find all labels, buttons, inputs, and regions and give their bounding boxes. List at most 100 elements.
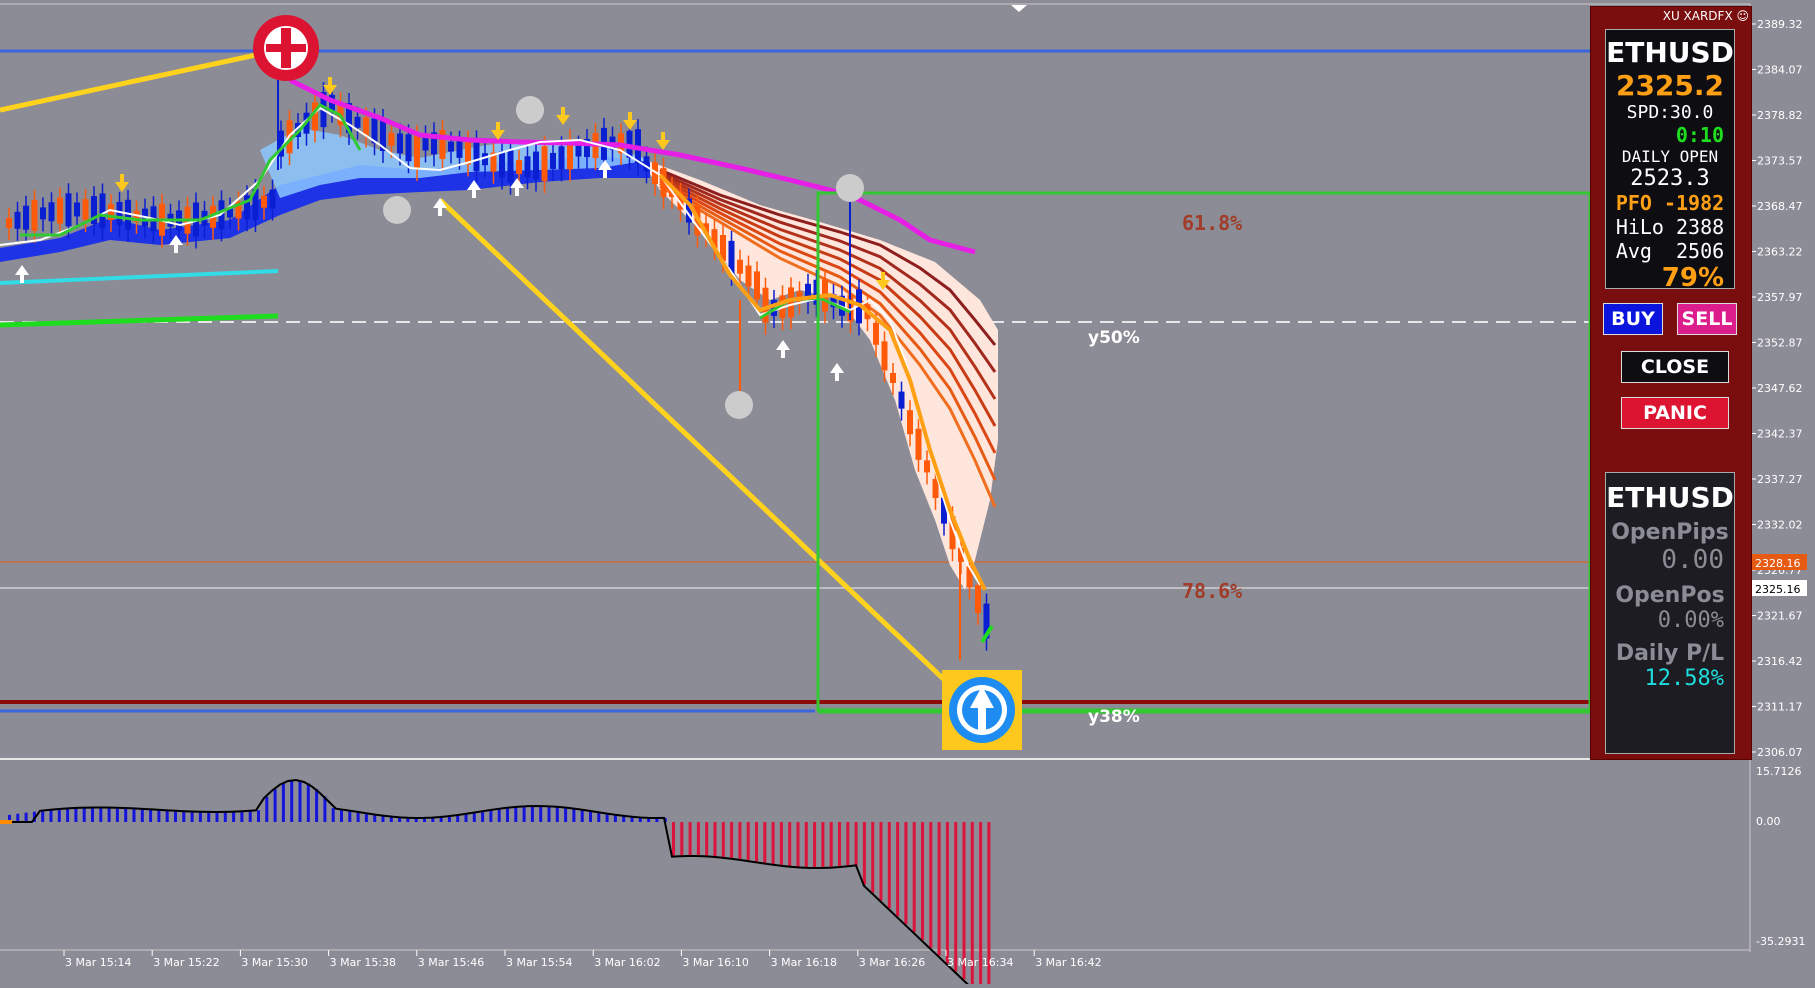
osc-bar[interactable] [149,809,153,822]
osc-bar[interactable] [74,808,78,822]
osc-bar[interactable] [207,811,211,822]
osc-bar[interactable] [481,811,485,822]
candle-body[interactable] [533,151,539,180]
candle-body[interactable] [575,145,582,157]
osc-bar[interactable] [530,806,534,822]
candle-body[interactable] [754,271,760,300]
osc-bar[interactable] [115,807,119,822]
candle-body[interactable] [6,218,12,229]
osc-bar[interactable] [779,822,783,866]
osc-bar[interactable] [497,808,501,822]
candle-body[interactable] [737,259,743,274]
osc-bar[interactable] [555,806,559,822]
candle-body[interactable] [924,460,930,473]
osc-bar[interactable] [265,796,269,822]
osc-bar[interactable] [315,788,319,822]
osc-bar[interactable] [107,807,111,822]
osc-bar[interactable] [140,808,144,822]
candle-body[interactable] [354,116,361,128]
osc-bar[interactable] [871,822,875,893]
osc-bar[interactable] [57,809,61,822]
candle-body[interactable] [507,149,514,183]
osc-bar[interactable] [82,807,86,822]
osc-bar[interactable] [887,822,891,909]
candle-body[interactable] [363,117,369,136]
osc-bar[interactable] [215,811,219,822]
candle-body[interactable] [898,391,905,409]
osc-bar[interactable] [348,810,352,822]
candle-body[interactable] [116,201,123,225]
grey-dot[interactable] [725,391,753,419]
candle-body[interactable] [388,132,395,146]
osc-bar[interactable] [813,822,817,868]
candle-body[interactable] [48,202,55,222]
osc-bar[interactable] [589,810,592,822]
candle-body[interactable] [516,159,522,174]
osc-bar[interactable] [306,783,310,822]
osc-bar[interactable] [680,822,684,857]
osc-bar[interactable] [688,822,692,857]
osc-bar[interactable] [696,822,700,857]
osc-bar[interactable] [132,808,136,822]
candle-body[interactable] [541,146,548,182]
osc-bar[interactable] [24,812,28,822]
candle-body[interactable] [269,189,276,209]
candle-body[interactable] [890,373,896,383]
osc-bar[interactable] [929,822,933,948]
osc-bar[interactable] [174,810,177,822]
osc-bar[interactable] [896,822,900,917]
osc-bar[interactable] [298,780,302,822]
grey-dot[interactable] [516,96,544,124]
osc-bar[interactable] [281,783,285,822]
candle-body[interactable] [643,156,650,172]
osc-bar[interactable] [41,810,45,822]
candle-body[interactable] [907,410,913,435]
price-axis[interactable]: 2389.32 2384.07 2378.82 2373.57 2368.47 2363.… [1750,18,1803,759]
candle-body[interactable] [405,134,412,162]
osc-bar[interactable] [771,822,775,865]
candle-body[interactable] [558,146,565,170]
osc-bar[interactable] [804,822,808,868]
osc-bar[interactable] [223,811,227,822]
grey-dot[interactable] [836,174,864,202]
osc-bar[interactable] [597,812,601,822]
osc-bar[interactable] [16,813,20,822]
candle-body[interactable] [915,428,922,460]
osc-bar[interactable] [232,811,236,822]
osc-bar[interactable] [273,789,277,822]
grey-dot[interactable] [383,196,411,224]
osc-bar[interactable] [738,822,742,860]
candle-body[interactable] [31,199,38,231]
osc-bar[interactable] [821,822,825,868]
osc-bar[interactable] [954,822,958,972]
osc-bar[interactable] [157,809,161,822]
osc-bar[interactable] [838,822,841,868]
osc-bar[interactable] [705,822,709,857]
close-button[interactable]: CLOSE [1621,351,1729,383]
osc-bar[interactable] [165,810,169,822]
osc-bar[interactable] [522,806,526,822]
osc-bar[interactable] [746,822,750,861]
osc-bar[interactable] [514,807,518,822]
osc-bar[interactable] [846,822,850,867]
osc-bar[interactable] [464,814,468,822]
candle-body[interactable] [414,135,420,169]
candle-body[interactable] [74,202,80,217]
osc-bar[interactable] [257,810,260,822]
osc-bar[interactable] [912,822,916,933]
buy-button[interactable]: BUY [1603,303,1663,335]
candle-body[interactable] [99,193,106,229]
osc-bar[interactable] [580,809,584,822]
candle-body[interactable] [456,140,463,158]
candle-body[interactable] [465,140,471,165]
osc-bar[interactable] [721,822,725,858]
candle-body[interactable] [745,265,752,287]
candle-body[interactable] [482,153,488,166]
price-chart[interactable]: 61.8% 78.6% y50% y38% 2389.32 2384.07 2378… [0,0,1815,988]
panic-button[interactable]: PANIC [1621,397,1729,429]
osc-bar[interactable] [539,806,543,822]
osc-bar[interactable] [66,808,70,822]
osc-bar[interactable] [572,808,576,822]
candle-body[interactable] [397,133,403,154]
sell-button[interactable]: SELL [1677,303,1737,335]
